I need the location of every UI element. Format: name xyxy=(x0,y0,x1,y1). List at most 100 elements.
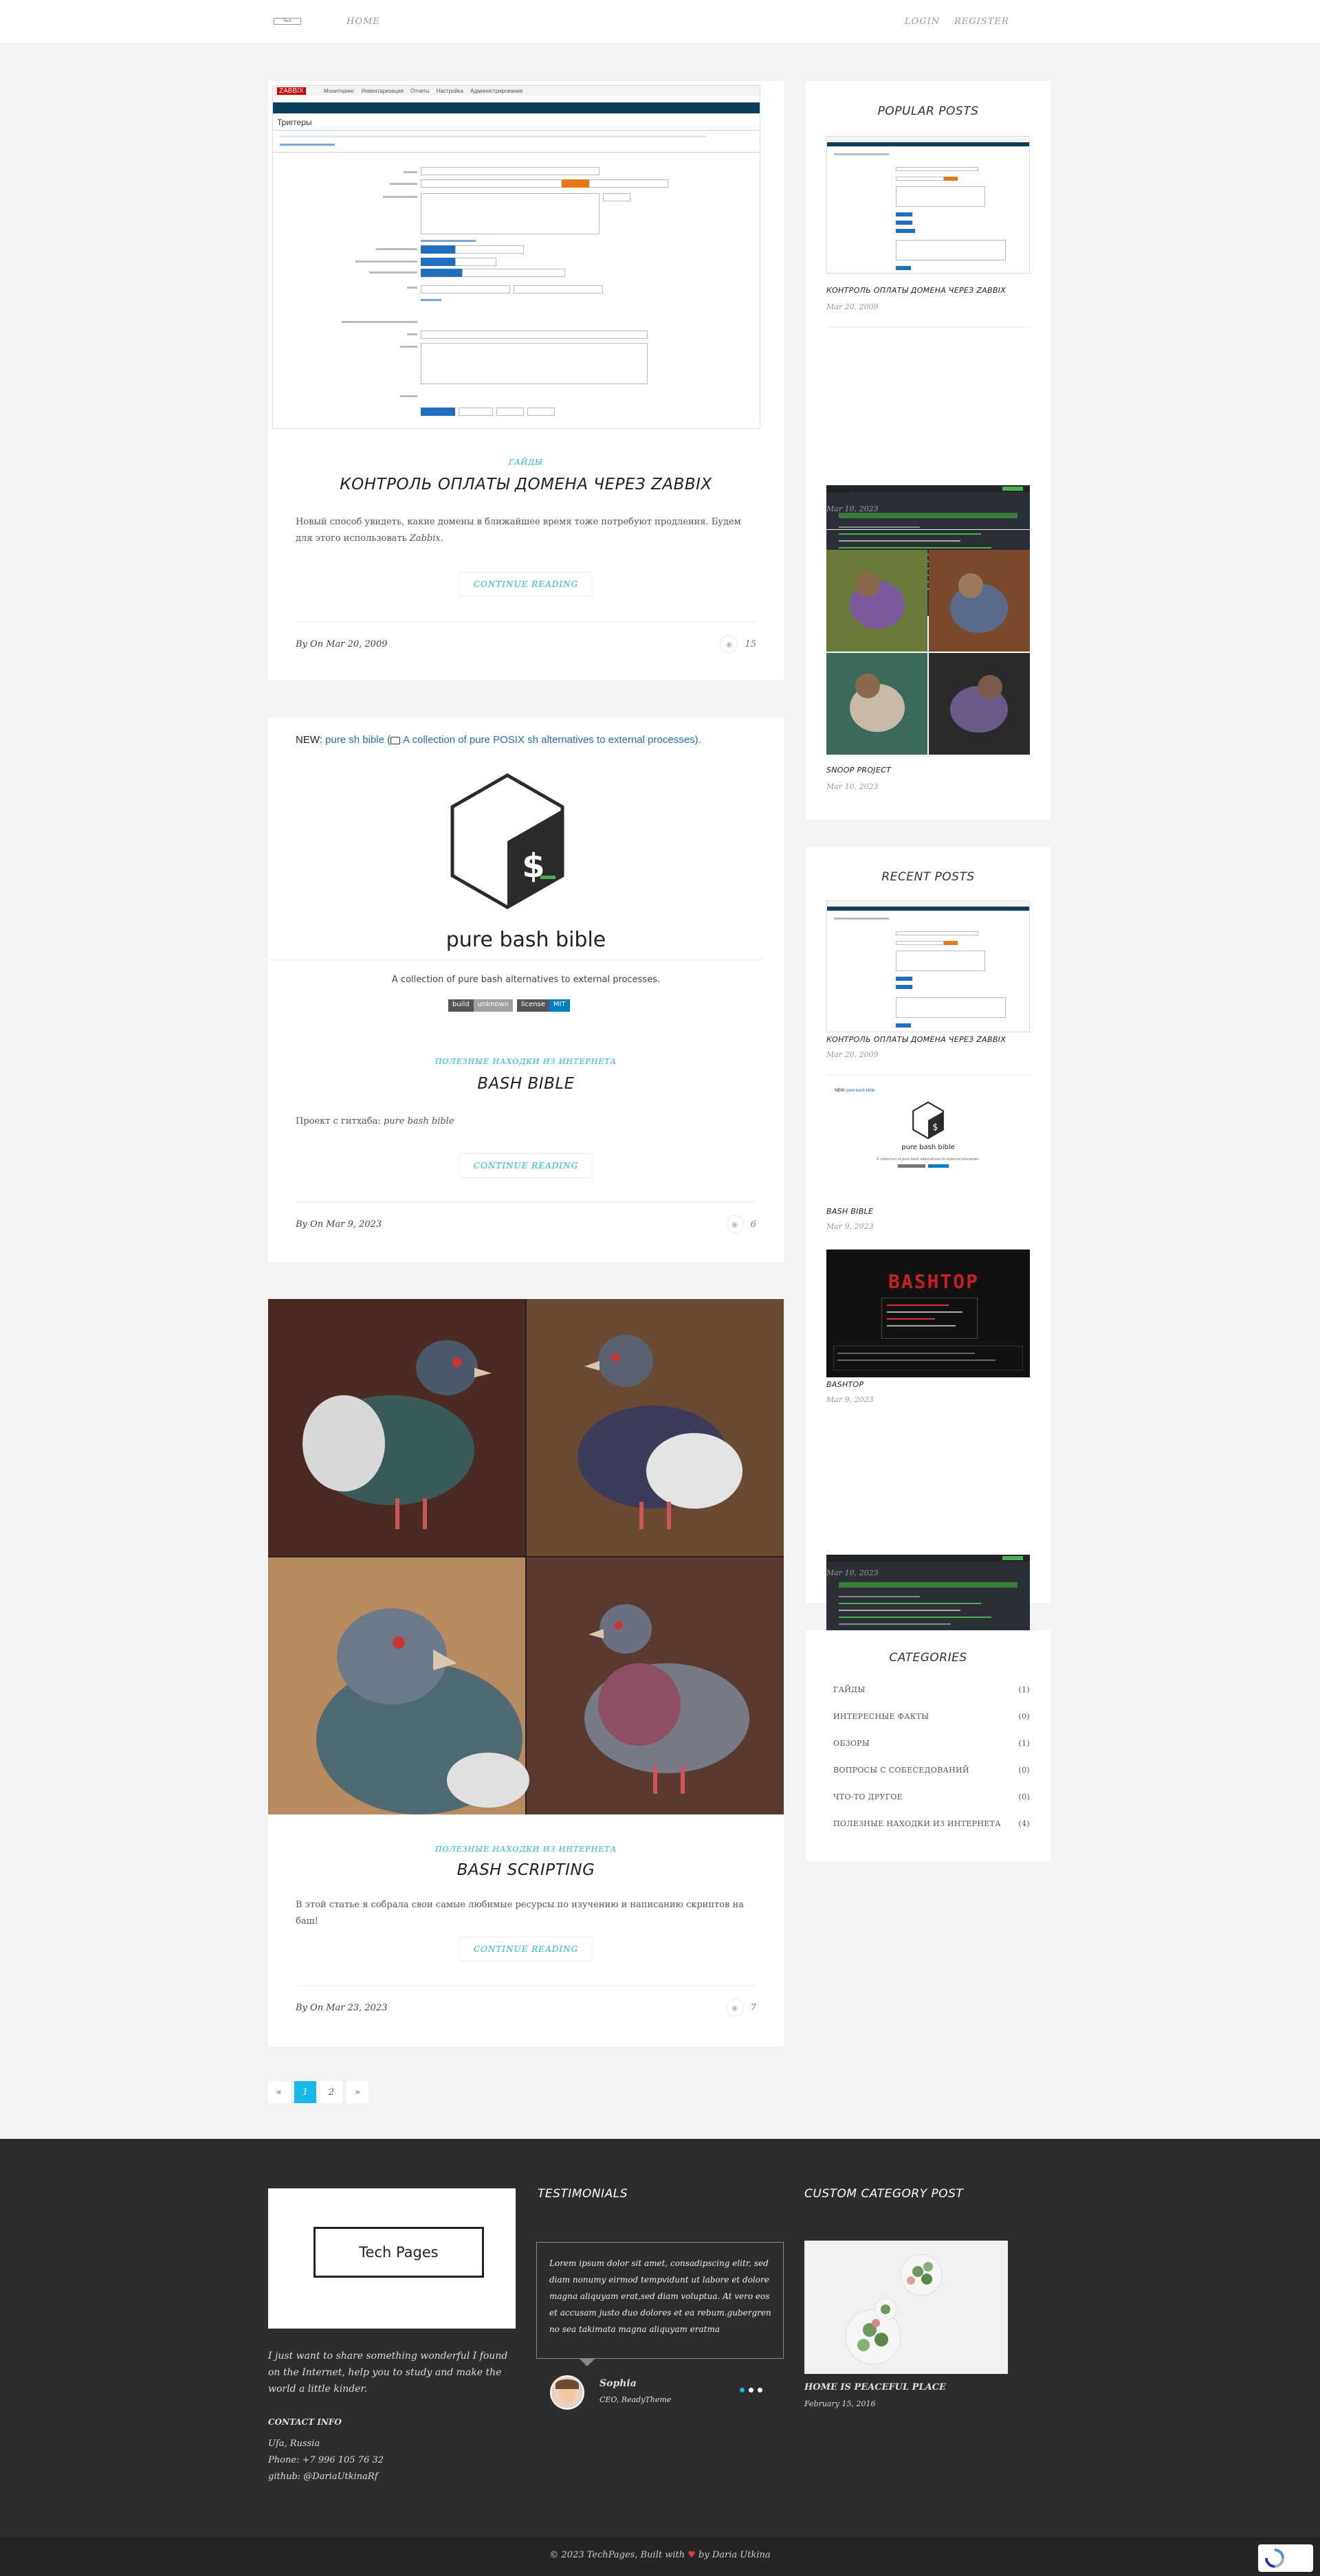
contact-github[interactable]: github: @DariaUtkinaRf xyxy=(268,2469,378,2485)
testimonial-name: Sophia xyxy=(600,2378,637,2389)
recent-item-date: Mar 9, 2023 xyxy=(826,1222,874,1231)
popular-item-title[interactable]: SNOOP PROJECT xyxy=(826,766,891,775)
recent-item-title[interactable]: BASH BIBLE xyxy=(826,1207,873,1216)
popular-item-title[interactable]: GITEA xyxy=(826,488,850,497)
custom-category-title: CUSTOM CATEGORY POST xyxy=(804,2187,964,2201)
bash-logo-icon: $ xyxy=(450,773,564,909)
recaptcha-icon xyxy=(1265,2549,1284,2568)
continue-reading-button[interactable]: CONTINUE READING xyxy=(459,1937,593,1962)
book-icon xyxy=(390,736,401,744)
site-logo[interactable]: Tech xyxy=(274,18,301,25)
post-views: ◉ 7 xyxy=(725,1999,756,2017)
footer-logo-box: Tech Pages xyxy=(268,2188,516,2329)
post-title[interactable]: КОНТРОЛЬ ОПЛАТЫ ДОМЕНА ЧЕРЕЗ ZABBIX xyxy=(268,476,784,493)
widget-popular-posts: POPULAR POSTS КОНТРОЛЬ ОПЛАТЫ ДОМЕНА ЧЕР… xyxy=(806,81,1050,819)
bashtop-logo: BASHTOP xyxy=(888,1270,980,1293)
recent-item-title[interactable]: КОНТРОЛЬ ОПЛАТЫ ДОМЕНА ЧЕРЕЗ ZABBIX xyxy=(826,1035,1006,1044)
eye-icon: ◉ xyxy=(725,1215,744,1233)
testimonial-dots xyxy=(740,2388,762,2392)
footer: Tech Pages I just want to share somethin… xyxy=(0,2139,1320,2538)
post-image-pigeons[interactable] xyxy=(268,1299,784,1814)
heart-icon: ♥ xyxy=(688,2550,696,2560)
avatar xyxy=(550,2375,584,2410)
popular-item-date: Mar 20, 2009 xyxy=(826,302,879,311)
zabbix-menu: Мониторинг Инвентаризация Отчеты Настройка А… xyxy=(324,88,523,94)
dot[interactable] xyxy=(749,2388,754,2392)
custom-post-title[interactable]: HOME IS PEACEFUL PLACE xyxy=(804,2379,946,2396)
bash-logo-icon: $ xyxy=(912,1101,944,1140)
recaptcha-badge[interactable] xyxy=(1258,2544,1313,2572)
post-title[interactable]: BASH BIBLE xyxy=(268,1075,784,1093)
pagination-prev[interactable]: « xyxy=(268,2081,290,2103)
post-image-zabbix-screenshot[interactable]: ZABBIX Мониторинг Инвентаризация Отчеты Нас… xyxy=(272,85,760,429)
testimonial-box: Lorem ipsum dolor sit amet, consadipscin… xyxy=(536,2242,784,2359)
continue-reading-button[interactable]: CONTINUE READING xyxy=(459,572,593,597)
post-category-label[interactable]: ПОЛЕЗНЫЕ НАХОДКИ ИЗ ИНТЕРНЕТА xyxy=(268,1057,784,1066)
post-excerpt: Проект с гитхаба: pure bash bible xyxy=(296,1116,454,1126)
popular-item-date: Mar 10, 2023 xyxy=(826,782,879,791)
build-badge[interactable]: build unknown xyxy=(448,999,514,1012)
bash-bible-title: pure bash bible xyxy=(446,928,606,952)
popular-thumb-snoop-birds[interactable] xyxy=(826,550,1030,755)
post-category-label[interactable]: ГАЙДЫ xyxy=(268,458,784,467)
post-meta: By On Mar 23, 2023 xyxy=(296,2003,388,2013)
widget-title: POPULAR POSTS xyxy=(877,104,979,118)
license-badge[interactable]: license MIT xyxy=(517,999,570,1012)
category-item[interactable]: ОБЗОРЫ (1) xyxy=(833,1739,1030,1748)
nav-login-link[interactable]: LOGIN xyxy=(905,16,940,27)
continue-reading-button[interactable]: CONTINUE READING xyxy=(459,1153,593,1178)
popular-item-title[interactable]: КОНТРОЛЬ ОПЛАТЫ ДОМЕНА ЧЕРЕЗ ZABBIX xyxy=(826,286,1006,295)
post-category-label[interactable]: ПОЛЕЗНЫЕ НАХОДКИ ИЗ ИНТЕРНЕТА xyxy=(268,1845,784,1854)
nav-register-link[interactable]: REGISTER xyxy=(954,16,1009,27)
testimonial-text: Lorem ipsum dolor sit amet, consadipscin… xyxy=(549,2258,771,2334)
contact-phone: Phone: +7 996 105 76 32 xyxy=(268,2455,384,2465)
category-item[interactable]: ГАЙДЫ (1) xyxy=(833,1685,1030,1694)
post-card-bash-scripting: ПОЛЕЗНЫЕ НАХОДКИ ИЗ ИНТЕРНЕТА BASH SCRIP… xyxy=(268,1299,784,2047)
pagination-next[interactable]: » xyxy=(346,2081,368,2103)
category-item[interactable]: ИНТЕРЕСНЫЕ ФАКТЫ (0) xyxy=(833,1712,1030,1721)
category-item[interactable]: ПОЛЕЗНЫЕ НАХОДКИ ИЗ ИНТЕРНЕТА (4) xyxy=(833,1819,1030,1828)
widget-title: RECENT POSTS xyxy=(881,870,975,884)
custom-post-date: February 15, 2016 xyxy=(804,2399,876,2408)
widget-categories: CATEGORIES ГАЙДЫ (1) ИНТЕРЕСНЫЕ ФАКТЫ (0) … xyxy=(806,1630,1050,1861)
pagination-page-1[interactable]: 1 xyxy=(294,2081,316,2103)
post-card-zabbix: ZABBIX Мониторинг Инвентаризация Отчеты Нас… xyxy=(268,81,784,680)
widget-recent-posts: RECENT POSTS КОНТРОЛЬ ОПЛАТЫ ДОМЕНА ЧЕРЕ… xyxy=(806,847,1050,1683)
post-title[interactable]: BASH SCRIPTING xyxy=(268,1861,784,1879)
popular-thumb-zabbix[interactable] xyxy=(826,136,1030,274)
nav-home-link[interactable]: HOME xyxy=(346,16,380,27)
category-item[interactable]: ЧТО-ТО ДРУГОЕ (0) xyxy=(833,1792,1030,1801)
dot-active[interactable] xyxy=(740,2388,745,2392)
zabbix-logo: ZABBIX xyxy=(277,87,306,95)
post-card-bash-bible: NEW: pure sh bible (A collection of pure… xyxy=(268,718,784,1262)
pure-sh-bible-link[interactable]: pure sh bible xyxy=(325,734,384,746)
category-item[interactable]: ВОПРОСЫ С СОБЕСЕДОВАНИЙ (0) xyxy=(833,1766,1030,1775)
copyright: © 2023 TechPages, Built with ♥ by Daria … xyxy=(549,2550,771,2560)
recent-thumb-zabbix[interactable] xyxy=(826,900,1030,1032)
recent-thumb-bashtop[interactable]: BASHTOP xyxy=(826,1250,1030,1377)
post-meta: By On Mar 20, 2009 xyxy=(296,639,388,649)
eye-icon: ◉ xyxy=(720,635,738,653)
custom-post-image-succulents[interactable] xyxy=(804,2241,1008,2374)
svg-text:$: $ xyxy=(932,1122,938,1133)
post-excerpt: Новый способ увидеть, какие домены в бли… xyxy=(296,517,741,544)
footer-about: I just want to share something wonderful… xyxy=(268,2351,508,2395)
recent-thumb-bash-bible[interactable]: NEW: pure bash bible $ pure bash bible A… xyxy=(826,1086,1030,1203)
recent-item-title[interactable]: BASHTOP xyxy=(826,1380,864,1389)
post-views: ◉ 6 xyxy=(725,1215,756,1233)
bash-bible-subtitle: A collection of pure bash alternatives t… xyxy=(391,975,661,985)
footer-logo[interactable]: Tech Pages xyxy=(314,2227,484,2278)
pagination-page-2[interactable]: 2 xyxy=(320,2081,342,2103)
recent-item-date: Mar 10, 2023 xyxy=(826,1568,879,1577)
recent-item-date: Mar 20, 2009 xyxy=(826,1050,879,1059)
eye-icon: ◉ xyxy=(725,1999,744,2017)
dot[interactable] xyxy=(758,2388,762,2392)
post-excerpt: В этой статье я собрала свои самые любим… xyxy=(296,1900,744,1927)
top-navbar: Tech HOME LOGIN REGISTER xyxy=(0,0,1320,44)
testimonial-role: CEO, ReadyTheme xyxy=(600,2395,672,2404)
svg-text:$: $ xyxy=(522,847,544,885)
post-meta: By On Mar 9, 2023 xyxy=(296,1219,382,1230)
post-divider xyxy=(296,621,756,622)
recent-item-title[interactable]: GITEA xyxy=(826,1553,850,1562)
popular-item-date: Mar 10, 2023 xyxy=(826,504,879,513)
